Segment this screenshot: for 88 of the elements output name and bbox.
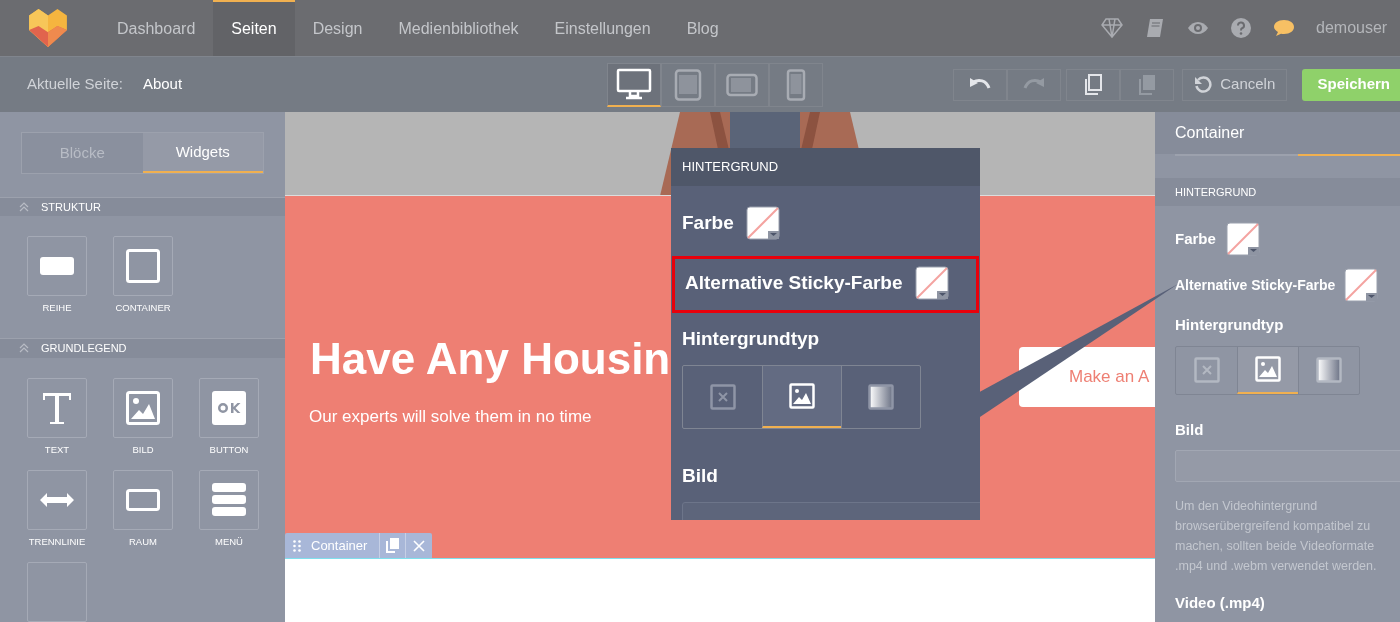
collapse-icon[interactable] [19, 343, 29, 354]
cancel-button[interactable]: Canceln [1182, 68, 1288, 101]
color-swatch [1344, 268, 1379, 302]
nav-tab[interactable]: Medienbibliothek [380, 0, 537, 56]
desktop-icon [616, 68, 653, 100]
undo-icon[interactable] [1194, 75, 1213, 94]
section-header: HINTERGRUND [671, 148, 980, 186]
widget-label: TEXT [44, 442, 70, 457]
widget-tile[interactable] [199, 377, 259, 438]
logo-icon [27, 7, 69, 49]
row-icon [40, 257, 74, 276]
field-label: Alternative Sticky-Farbe [1175, 275, 1336, 295]
device-button[interactable] [607, 62, 662, 107]
paste-icon[interactable] [1137, 73, 1158, 96]
background-type-option[interactable] [1237, 346, 1298, 394]
chat-icon[interactable] [1273, 17, 1295, 39]
section-header: HINTERGRUND [1155, 178, 1400, 206]
background-type-option[interactable] [762, 365, 841, 428]
help-icon[interactable] [1230, 17, 1252, 39]
widget-label: BILD [132, 442, 154, 457]
nav-tab[interactable]: Einstellungen [536, 0, 669, 56]
field-label: Farbe [682, 210, 734, 235]
widget-tile[interactable] [113, 236, 173, 297]
widget-tile[interactable] [113, 469, 173, 530]
menu-icon [212, 482, 246, 517]
user-name[interactable]: demouser [1316, 16, 1400, 40]
text-icon [41, 390, 73, 425]
image-icon [126, 390, 160, 425]
container-tag-label: Container [311, 536, 369, 555]
book-icon[interactable] [1144, 17, 1166, 39]
widget-tile[interactable] [27, 469, 87, 530]
drag-handle-icon[interactable] [293, 539, 301, 552]
gradient-icon [868, 383, 894, 410]
field-label: Alternative Sticky-Farbe [685, 271, 903, 295]
save-button[interactable]: Speichern [1302, 68, 1400, 101]
nav-tab[interactable]: Dashboard [99, 0, 214, 56]
widget-label: REIHE [42, 301, 72, 316]
ok-icon [212, 390, 246, 425]
color-swatch [745, 206, 780, 240]
hero-subtitle: Our experts will solve them in no time [309, 406, 592, 428]
nav-tab[interactable]: Blog [668, 0, 737, 56]
redo-button[interactable] [1007, 68, 1062, 101]
copy-icon[interactable] [1083, 73, 1104, 96]
color-swatch [914, 266, 949, 300]
widget-label: TRENNLINIE [28, 534, 86, 549]
field-label: Bild [681, 463, 719, 488]
widget-label: MENÜ [215, 534, 243, 549]
close-icon [1193, 357, 1220, 383]
nav-tab[interactable]: Design [294, 0, 381, 56]
widget-tile[interactable] [199, 469, 259, 530]
rectangle-icon [126, 488, 160, 511]
widget-tile[interactable] [113, 377, 173, 438]
widget-tile[interactable] [27, 377, 87, 438]
container-tag[interactable]: Container [285, 533, 433, 558]
color-swatch [1225, 222, 1260, 256]
double-arrow-icon [40, 492, 74, 507]
copy-button[interactable] [1066, 68, 1121, 101]
field-label: Bild [1174, 419, 1205, 440]
hero-heading: Have Any Housin [310, 333, 671, 385]
close-icon[interactable] [413, 539, 426, 552]
tablet-landscape-icon [726, 72, 759, 97]
image-icon [789, 382, 815, 409]
field-label: Farbe [1175, 228, 1216, 249]
undo-button[interactable] [953, 68, 1008, 101]
panel-title: Container [1175, 123, 1245, 143]
collapse-icon[interactable] [19, 202, 29, 213]
sidebar-tab[interactable]: Widgets [142, 133, 263, 173]
gradient-icon [1316, 357, 1342, 383]
field-label: Hintergrundtyp [681, 327, 821, 351]
widget-label: CONTAINER [115, 301, 171, 316]
widget-label: RAUM [129, 534, 157, 549]
phone-icon [786, 68, 807, 101]
widget-label: BUTTON [209, 442, 249, 457]
field-label: Hintergrundtyp [1174, 315, 1285, 335]
current-page-name: About [142, 74, 183, 95]
square-icon [126, 249, 160, 284]
diamond-icon[interactable] [1101, 17, 1123, 39]
image-icon [1255, 356, 1281, 382]
copy-icon[interactable] [386, 538, 400, 553]
close-icon [709, 383, 736, 410]
widget-tile[interactable] [27, 236, 87, 297]
section-header[interactable]: STRUKTUR [0, 197, 285, 217]
tablet-icon [674, 68, 703, 101]
current-page-label: Aktuelle Seite: [27, 74, 123, 95]
section-header[interactable]: GRUNDLEGEND [0, 338, 285, 358]
paste-button[interactable] [1120, 68, 1175, 101]
nav-tab[interactable]: Seiten [213, 0, 295, 56]
field-label: Video (.mp4) [1174, 593, 1266, 613]
